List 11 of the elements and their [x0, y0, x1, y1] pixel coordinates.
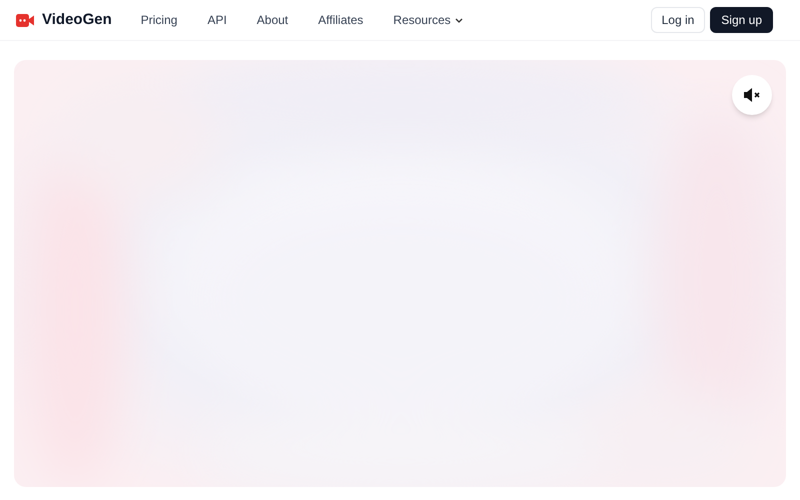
nav-link[interactable]: API: [207, 11, 227, 29]
brand-name[interactable]: VideoGen: [42, 8, 112, 32]
video-camera-icon: [16, 14, 34, 26]
sign-up-button[interactable]: Sign up: [710, 7, 773, 33]
nav-dropdown[interactable]: Resources: [393, 11, 463, 29]
chevron-down-icon: [454, 18, 463, 22]
nav-link[interactable]: About: [256, 11, 288, 29]
speaker-muted-icon: [743, 87, 761, 103]
log-in-button[interactable]: Log in: [650, 7, 706, 33]
nav-link[interactable]: Affiliates: [318, 11, 364, 29]
nav-link[interactable]: Pricing: [140, 11, 178, 29]
